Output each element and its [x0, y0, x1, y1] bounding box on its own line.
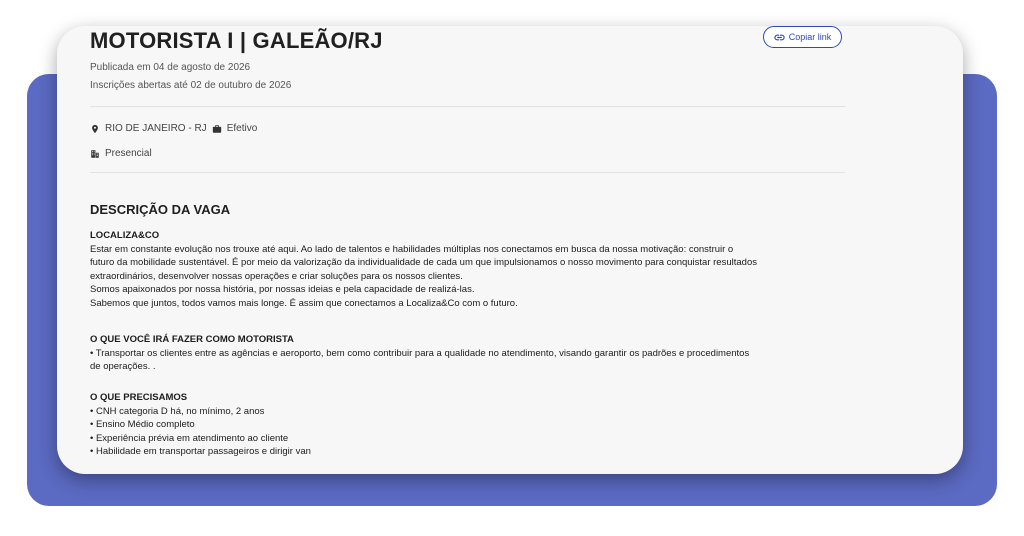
- contract-type: Efetivo: [226, 123, 258, 134]
- building-icon: [91, 149, 99, 158]
- company-text-line: Somos apaixonados por nossa história, po…: [90, 284, 475, 296]
- published-date: Publicada em 04 de agosto de 2026: [90, 62, 251, 73]
- link-icon: [774, 34, 785, 40]
- copy-link-button[interactable]: Copiar link: [763, 26, 842, 48]
- requirement-item: • Experiência prévia em atendimento ao c…: [90, 432, 289, 444]
- divider: [90, 106, 845, 107]
- requirement-item: • Ensino Médio completo: [90, 419, 195, 431]
- company-text-line: Estar em constante evolução nos trouxe a…: [90, 243, 734, 255]
- briefcase-icon: [212, 124, 221, 133]
- tasks-heading: O QUE VOCÊ IRÁ FAZER COMO MOTORISTA: [90, 334, 294, 345]
- company-text-line: Sabemos que juntos, todos vamos mais lon…: [90, 297, 518, 309]
- requirement-item: • CNH categoria D há, no mínimo, 2 anos: [90, 405, 265, 417]
- requirements-heading: O QUE PRECISAMOS: [90, 392, 188, 403]
- tasks-section: O QUE VOCÊ IRÁ FAZER COMO MOTORISTA • Tr…: [90, 333, 850, 374]
- company-section: LOCALIZA&CO Estar em constante evolução …: [90, 229, 850, 311]
- location-text: RIO DE JANEIRO - RJ: [105, 123, 207, 134]
- work-mode-text: Presencial: [105, 148, 152, 159]
- tasks-text-line: de operações. .: [90, 361, 156, 373]
- tasks-text-line: • Transportar os clientes entre as agênc…: [90, 347, 750, 359]
- work-mode-row: Presencial: [90, 148, 152, 159]
- company-text-line: futuro da mobilidade sustentável. É por …: [90, 257, 757, 269]
- location-row: RIO DE JANEIRO - RJ Efetivo: [90, 123, 257, 134]
- company-text-line: extraordinários, desenvolver nossas oper…: [90, 270, 463, 282]
- registration-deadline: Inscrições abertas até 02 de outubro de …: [90, 80, 292, 91]
- requirements-section: O QUE PRECISAMOS • CNH categoria D há, n…: [90, 391, 850, 459]
- requirement-item: • Habilidade em transportar passageiros …: [90, 446, 311, 458]
- divider: [90, 172, 845, 173]
- copy-link-label: Copiar link: [788, 32, 832, 42]
- job-title: MOTORISTA I | GALEÃO/RJ: [90, 28, 383, 53]
- job-card: MOTORISTA I | GALEÃO/RJ Copiar link Publ…: [57, 26, 963, 474]
- description-title: DESCRIÇÃO DA VAGA: [90, 202, 231, 217]
- location-pin-icon: [92, 124, 98, 133]
- company-heading: LOCALIZA&CO: [90, 230, 160, 241]
